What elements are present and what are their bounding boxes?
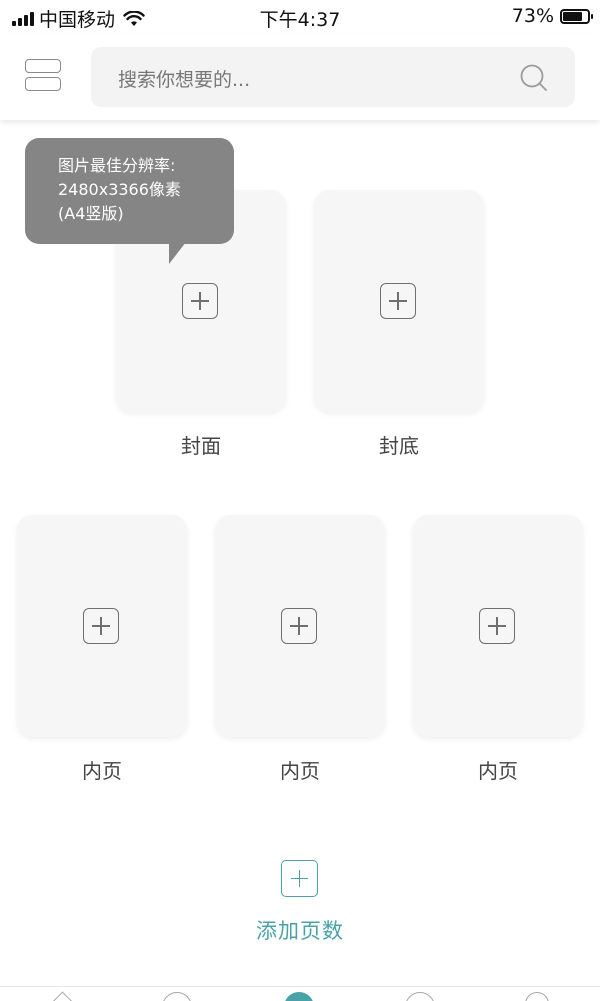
tab-home[interactable]: [48, 991, 78, 1001]
search-icon[interactable]: [519, 63, 549, 93]
tab-profile[interactable]: [525, 992, 549, 1001]
battery-percent: 73%: [511, 5, 554, 27]
tab-discover[interactable]: [162, 992, 192, 1001]
tab-bar: [0, 986, 600, 1001]
menu-icon-lower: [25, 77, 61, 91]
status-right: 73%: [511, 5, 593, 27]
cover-back-card[interactable]: [314, 190, 484, 412]
inner-page-label: 内页: [478, 759, 518, 783]
tab-create[interactable]: [284, 992, 314, 1001]
cover-front-label: 封面: [181, 434, 221, 458]
search-input[interactable]: 搜索你想要的...: [91, 47, 575, 107]
add-image-icon[interactable]: [380, 283, 416, 319]
tab-messages[interactable]: [405, 992, 435, 1001]
inner-page-card[interactable]: [413, 515, 583, 737]
inner-page-label: 内页: [280, 759, 320, 783]
add-pages-button[interactable]: [281, 860, 318, 897]
add-image-icon[interactable]: [182, 283, 218, 319]
status-time: 下午4:37: [259, 9, 341, 31]
home-icon: [50, 991, 75, 1001]
battery-icon: [560, 8, 593, 24]
add-image-icon[interactable]: [83, 608, 119, 644]
menu-icon: [25, 59, 61, 73]
page: 中国移动 下午4:37 73% 搜索你想要的... 封面 封底 图片最佳分辨率:…: [0, 0, 600, 1001]
add-pages-label[interactable]: 添加页数: [0, 915, 600, 945]
add-image-icon[interactable]: [281, 608, 317, 644]
add-image-icon[interactable]: [479, 608, 515, 644]
resolution-tooltip: 图片最佳分辨率: 2480x3366像素 (A4竖版): [25, 138, 234, 264]
tooltip-tail: [169, 242, 186, 264]
tooltip-text: 图片最佳分辨率: 2480x3366像素 (A4竖版): [58, 156, 181, 223]
inner-page-label: 内页: [82, 759, 122, 783]
menu-button[interactable]: [25, 59, 63, 93]
header: 搜索你想要的...: [0, 34, 600, 120]
inner-page-card[interactable]: [215, 515, 385, 737]
status-bar: 中国移动 下午4:37 73%: [0, 0, 600, 34]
search-placeholder: 搜索你想要的...: [118, 69, 251, 91]
cover-back-label: 封底: [379, 434, 419, 458]
inner-page-card[interactable]: [17, 515, 187, 737]
